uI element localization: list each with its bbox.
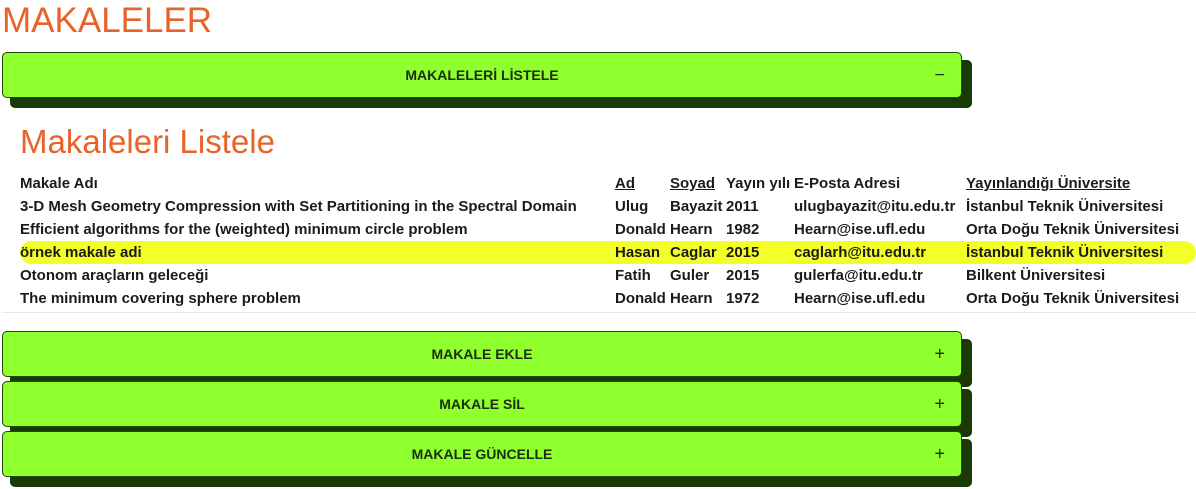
table-row: 3-D Mesh Geometry Compression with Set P… bbox=[20, 195, 1196, 218]
delete-article-label: MAKALE SİL bbox=[439, 396, 525, 412]
cell-email: Hearn@ise.ufl.edu bbox=[794, 221, 926, 238]
expand-icon: + bbox=[934, 443, 945, 464]
column-header-university[interactable]: Yayınlandığı Üniversite bbox=[966, 174, 1130, 193]
accordion-list: MAKALELERİ LİSTELE − bbox=[2, 52, 972, 108]
cell-title: 3-D Mesh Geometry Compression with Set P… bbox=[20, 198, 577, 215]
cell-first-name: Donald bbox=[615, 221, 666, 238]
cell-email: Hearn@ise.ufl.edu bbox=[794, 290, 926, 307]
table-row: The minimum covering sphere problem Dona… bbox=[20, 287, 1196, 310]
column-header-year: Yayın yılı bbox=[726, 175, 791, 192]
cell-first-name: Donald bbox=[615, 290, 666, 307]
delete-article-button[interactable]: MAKALE SİL + bbox=[2, 381, 962, 427]
table-row: Otonom araçların geleceği Fatih Guler 20… bbox=[20, 264, 1196, 287]
cell-university: Bilkent Üniversitesi bbox=[966, 267, 1106, 284]
cell-year: 1972 bbox=[726, 290, 760, 307]
table-row-highlighted: örnek makale adi Hasan Caglar 2015 cagla… bbox=[20, 241, 1196, 264]
column-header-first-name[interactable]: Ad bbox=[615, 174, 635, 193]
cell-email: gulerfa@itu.edu.tr bbox=[794, 267, 923, 284]
cell-first-name: Hasan bbox=[615, 244, 661, 261]
update-article-label: MAKALE GÜNCELLE bbox=[411, 446, 553, 462]
add-article-label: MAKALE EKLE bbox=[431, 346, 533, 362]
accordion-add: MAKALE EKLE + bbox=[2, 331, 972, 387]
column-header-last-name[interactable]: Soyad bbox=[670, 174, 715, 193]
cell-university: Orta Doğu Teknik Üniversitesi bbox=[966, 290, 1180, 307]
cell-title: The minimum covering sphere problem bbox=[20, 290, 301, 307]
accordion-update: MAKALE GÜNCELLE + bbox=[2, 431, 972, 487]
cell-first-name: Ulug bbox=[615, 198, 649, 215]
accordion-delete: MAKALE SİL + bbox=[2, 381, 972, 437]
cell-title: Otonom araçların geleceği bbox=[20, 267, 209, 284]
add-article-button[interactable]: MAKALE EKLE + bbox=[2, 331, 962, 377]
cell-year: 2015 bbox=[726, 244, 760, 261]
column-header-title: Makale Adı bbox=[20, 175, 98, 192]
expand-icon: + bbox=[934, 393, 945, 414]
articles-table: Makale Adı Ad Soyad Yayın yılı E-Posta A… bbox=[20, 172, 1196, 310]
collapse-icon: − bbox=[934, 64, 945, 85]
list-articles-button[interactable]: MAKALELERİ LİSTELE − bbox=[2, 52, 962, 98]
cell-email: caglarh@itu.edu.tr bbox=[794, 244, 927, 261]
column-header-email: E-Posta Adresi bbox=[794, 175, 901, 192]
cell-last-name: Hearn bbox=[670, 290, 713, 307]
cell-first-name: Fatih bbox=[615, 267, 651, 284]
cell-year: 2015 bbox=[726, 267, 760, 284]
cell-title: örnek makale adi bbox=[20, 244, 142, 261]
table-row: Efficient algorithms for the (weighted) … bbox=[20, 218, 1196, 241]
cell-last-name: Hearn bbox=[670, 221, 713, 238]
articles-panel: Makaleleri Listele Makale Adı Ad Soyad Y… bbox=[2, 116, 1196, 313]
cell-email: ulugbayazit@itu.edu.tr bbox=[794, 198, 956, 215]
cell-university: İstanbul Teknik Üniversitesi bbox=[966, 244, 1164, 261]
table-header: Makale Adı Ad Soyad Yayın yılı E-Posta A… bbox=[20, 172, 1196, 195]
page-title: MAKALELER bbox=[2, 1, 213, 40]
cell-year: 1982 bbox=[726, 221, 760, 238]
cell-university: Orta Doğu Teknik Üniversitesi bbox=[966, 221, 1180, 238]
list-articles-label: MAKALELERİ LİSTELE bbox=[405, 67, 559, 83]
cell-last-name: Caglar bbox=[670, 244, 717, 261]
cell-last-name: Bayazit bbox=[670, 198, 723, 215]
expand-icon: + bbox=[934, 343, 945, 364]
cell-university: İstanbul Teknik Üniversitesi bbox=[966, 198, 1164, 215]
cell-year: 2011 bbox=[726, 198, 759, 215]
cell-title: Efficient algorithms for the (weighted) … bbox=[20, 221, 468, 238]
cell-last-name: Guler bbox=[670, 267, 710, 284]
section-title: Makaleleri Listele bbox=[20, 123, 275, 160]
update-article-button[interactable]: MAKALE GÜNCELLE + bbox=[2, 431, 962, 477]
